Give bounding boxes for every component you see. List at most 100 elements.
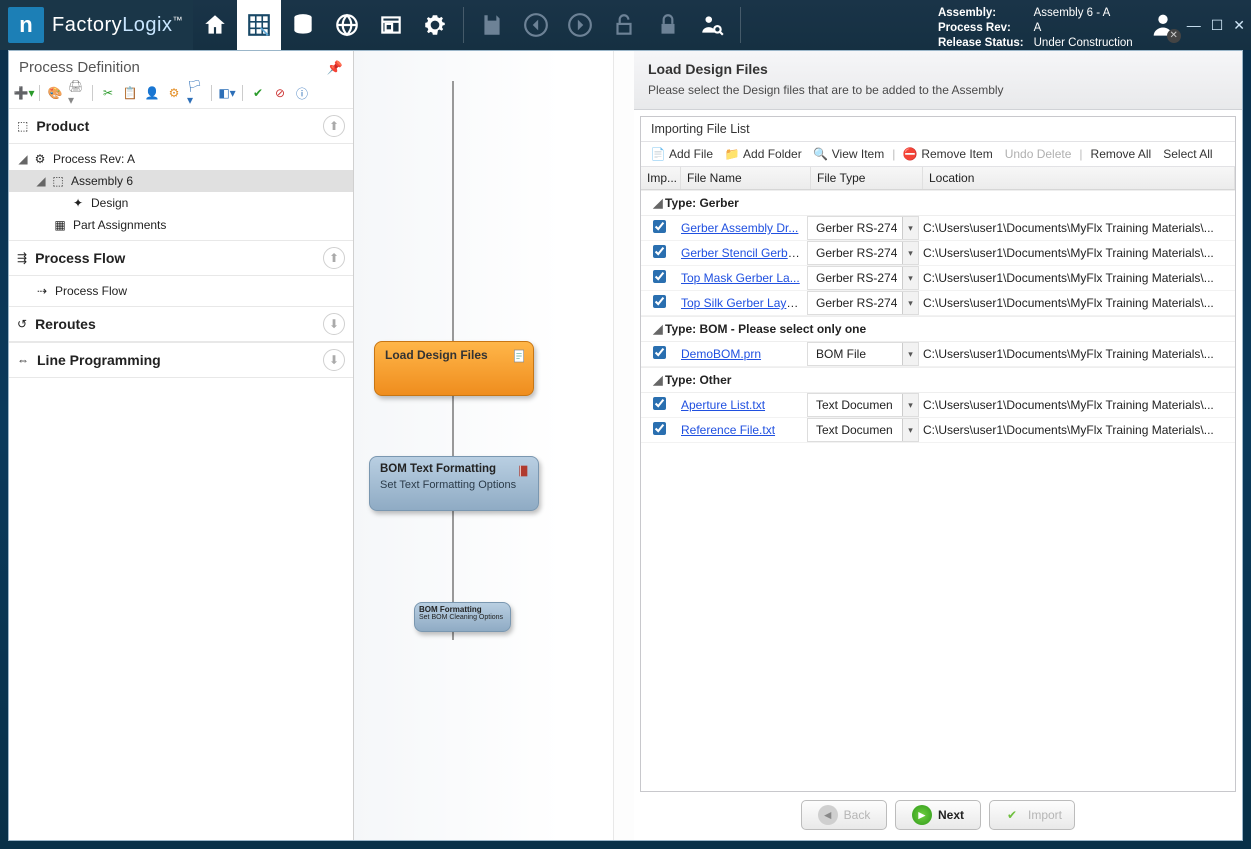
assembly-icon: ⬚ — [49, 172, 67, 190]
next-button[interactable]: ►Next — [895, 800, 981, 830]
pin-icon[interactable]: 📌 — [327, 60, 343, 76]
person-icon[interactable]: 👤 — [143, 84, 161, 102]
tree-part-assignments[interactable]: ▦Part Assignments — [9, 214, 353, 236]
import-checkbox[interactable] — [653, 220, 666, 233]
globe-icon[interactable] — [325, 0, 369, 50]
file-link[interactable]: Gerber Assembly Dr... — [681, 221, 798, 235]
search-user-icon[interactable] — [690, 0, 734, 50]
dropdown-icon[interactable]: ▾ — [902, 267, 918, 289]
file-row[interactable]: Aperture List.txtText Documen▾C:\Users\u… — [641, 393, 1235, 418]
flow-card-load-design[interactable]: Load Design Files — [374, 341, 534, 396]
collapse-icon[interactable]: ⬆ — [323, 247, 345, 269]
product-tree: ◢⚙Process Rev: A ◢⬚Assembly 6 ✦Design ▦P… — [9, 144, 353, 240]
star-icon[interactable]: ⚙ — [165, 84, 183, 102]
remove-item-button[interactable]: ⛔Remove Item — [899, 146, 996, 162]
file-link[interactable]: Top Silk Gerber Laye... — [681, 296, 803, 310]
expand-icon[interactable]: ⬇ — [323, 349, 345, 371]
nav-back-icon[interactable] — [514, 0, 558, 50]
copy-icon[interactable]: 📋 — [121, 84, 139, 102]
import-checkbox[interactable] — [653, 270, 666, 283]
col-filename[interactable]: File Name — [681, 167, 811, 189]
section-reroutes[interactable]: ↺Reroutes ⬇ — [9, 306, 353, 342]
section-process-flow[interactable]: ⇶Process Flow ⬆ — [9, 240, 353, 276]
home-icon[interactable] — [193, 0, 237, 50]
col-location[interactable]: Location — [923, 167, 1235, 189]
collapse-icon[interactable]: ⬆ — [323, 115, 345, 137]
section-line-programming[interactable]: ⇔Line Programming ⬇ — [9, 342, 353, 378]
user-icon[interactable]: ✕ — [1149, 10, 1177, 41]
import-checkbox[interactable] — [653, 422, 666, 435]
col-filetype[interactable]: File Type — [811, 167, 923, 189]
tree-process-flow[interactable]: ⇢Process Flow — [9, 280, 353, 302]
gear-icon[interactable] — [413, 0, 457, 50]
layers-icon[interactable]: ◧▾ — [218, 84, 236, 102]
check-circle-icon[interactable]: ✔ — [249, 84, 267, 102]
file-location: C:\Users\user1\Documents\MyFlx Training … — [919, 343, 1235, 365]
minimize-button[interactable]: — — [1187, 17, 1201, 34]
info-icon[interactable]: ⓘ — [293, 84, 311, 102]
group-row[interactable]: ◢Type: BOM - Please select only one — [641, 316, 1235, 342]
col-import[interactable]: Imp... — [641, 167, 681, 189]
label: Select All — [1163, 147, 1212, 161]
add-file-button[interactable]: 📄Add File — [647, 146, 717, 162]
view-item-button[interactable]: 🔍View Item — [810, 146, 888, 162]
import-checkbox[interactable] — [653, 295, 666, 308]
flow-card-bom-text[interactable]: BOM Text Formatting Set Text Formatting … — [369, 456, 539, 511]
grid-edit-icon[interactable] — [237, 0, 281, 50]
back-button[interactable]: ◄Back — [801, 800, 887, 830]
cancel-circle-icon[interactable]: ⊘ — [271, 84, 289, 102]
dropdown-icon[interactable]: ▾ — [902, 217, 918, 239]
import-checkbox[interactable] — [653, 245, 666, 258]
file-row[interactable]: Top Silk Gerber Laye...Gerber RS-274▾C:\… — [641, 291, 1235, 316]
database-icon[interactable] — [281, 0, 325, 50]
import-checkbox[interactable] — [653, 397, 666, 410]
label: Import — [1028, 808, 1062, 822]
label: Add File — [669, 147, 713, 161]
dropdown-icon[interactable]: ▾ — [902, 292, 918, 314]
file-row[interactable]: Gerber Stencil Gerbe...Gerber RS-274▾C:\… — [641, 241, 1235, 266]
dropdown-icon[interactable]: ▾ — [902, 242, 918, 264]
file-link[interactable]: Gerber Stencil Gerbe... — [681, 246, 804, 260]
group-row[interactable]: ◢Type: Gerber — [641, 190, 1235, 216]
dropdown-icon[interactable]: ▾ — [902, 343, 918, 365]
scissors-icon[interactable]: ✂ — [99, 84, 117, 102]
remove-all-button[interactable]: Remove All — [1087, 146, 1156, 162]
save-icon[interactable] — [470, 0, 514, 50]
file-row[interactable]: Gerber Assembly Dr...Gerber RS-274▾C:\Us… — [641, 216, 1235, 241]
flow-card-bom-formatting[interactable]: BOM Formatting Set BOM Cleaning Options — [414, 602, 511, 632]
tree-design[interactable]: ✦Design — [9, 192, 353, 214]
file-link[interactable]: Aperture List.txt — [681, 398, 765, 412]
add-folder-button[interactable]: 📁Add Folder — [721, 146, 806, 162]
expand-icon[interactable]: ⬇ — [323, 313, 345, 335]
file-link[interactable]: Top Mask Gerber La... — [681, 271, 800, 285]
dropdown-icon[interactable]: ▾ — [902, 394, 918, 416]
label: View Item — [832, 147, 884, 161]
palette-icon[interactable]: 🎨 — [46, 84, 64, 102]
close-button[interactable]: ✕ — [1233, 17, 1245, 34]
file-row[interactable]: Reference File.txtText Documen▾C:\Users\… — [641, 418, 1235, 443]
import-button[interactable]: ✔Import — [989, 800, 1075, 830]
section-product[interactable]: ⬚Product ⬆ — [9, 108, 353, 144]
flag-icon[interactable]: 🏳▾ — [187, 84, 205, 102]
folder-icon: 📁 — [725, 147, 739, 161]
undo-delete-button: Undo Delete — [1001, 146, 1076, 162]
print-icon[interactable]: 🖨▾ — [68, 84, 86, 102]
lock-icon[interactable] — [646, 0, 690, 50]
window-controls: — ☐ ✕ — [1187, 17, 1245, 34]
maximize-button[interactable]: ☐ — [1211, 17, 1224, 34]
import-checkbox[interactable] — [653, 346, 666, 359]
unlock-icon[interactable] — [602, 0, 646, 50]
add-icon[interactable]: ➕▾ — [15, 84, 33, 102]
label: Remove Item — [921, 147, 992, 161]
tree-process-rev[interactable]: ◢⚙Process Rev: A — [9, 148, 353, 170]
window-icon[interactable] — [369, 0, 413, 50]
dropdown-icon[interactable]: ▾ — [902, 419, 918, 441]
nav-forward-icon[interactable] — [558, 0, 602, 50]
file-row[interactable]: Top Mask Gerber La...Gerber RS-274▾C:\Us… — [641, 266, 1235, 291]
group-row[interactable]: ◢Type: Other — [641, 367, 1235, 393]
file-link[interactable]: Reference File.txt — [681, 423, 775, 437]
tree-assembly[interactable]: ◢⬚Assembly 6 — [9, 170, 353, 192]
file-row[interactable]: DemoBOM.prnBOM File▾C:\Users\user1\Docum… — [641, 342, 1235, 367]
file-link[interactable]: DemoBOM.prn — [681, 347, 761, 361]
select-all-button[interactable]: Select All — [1159, 146, 1216, 162]
